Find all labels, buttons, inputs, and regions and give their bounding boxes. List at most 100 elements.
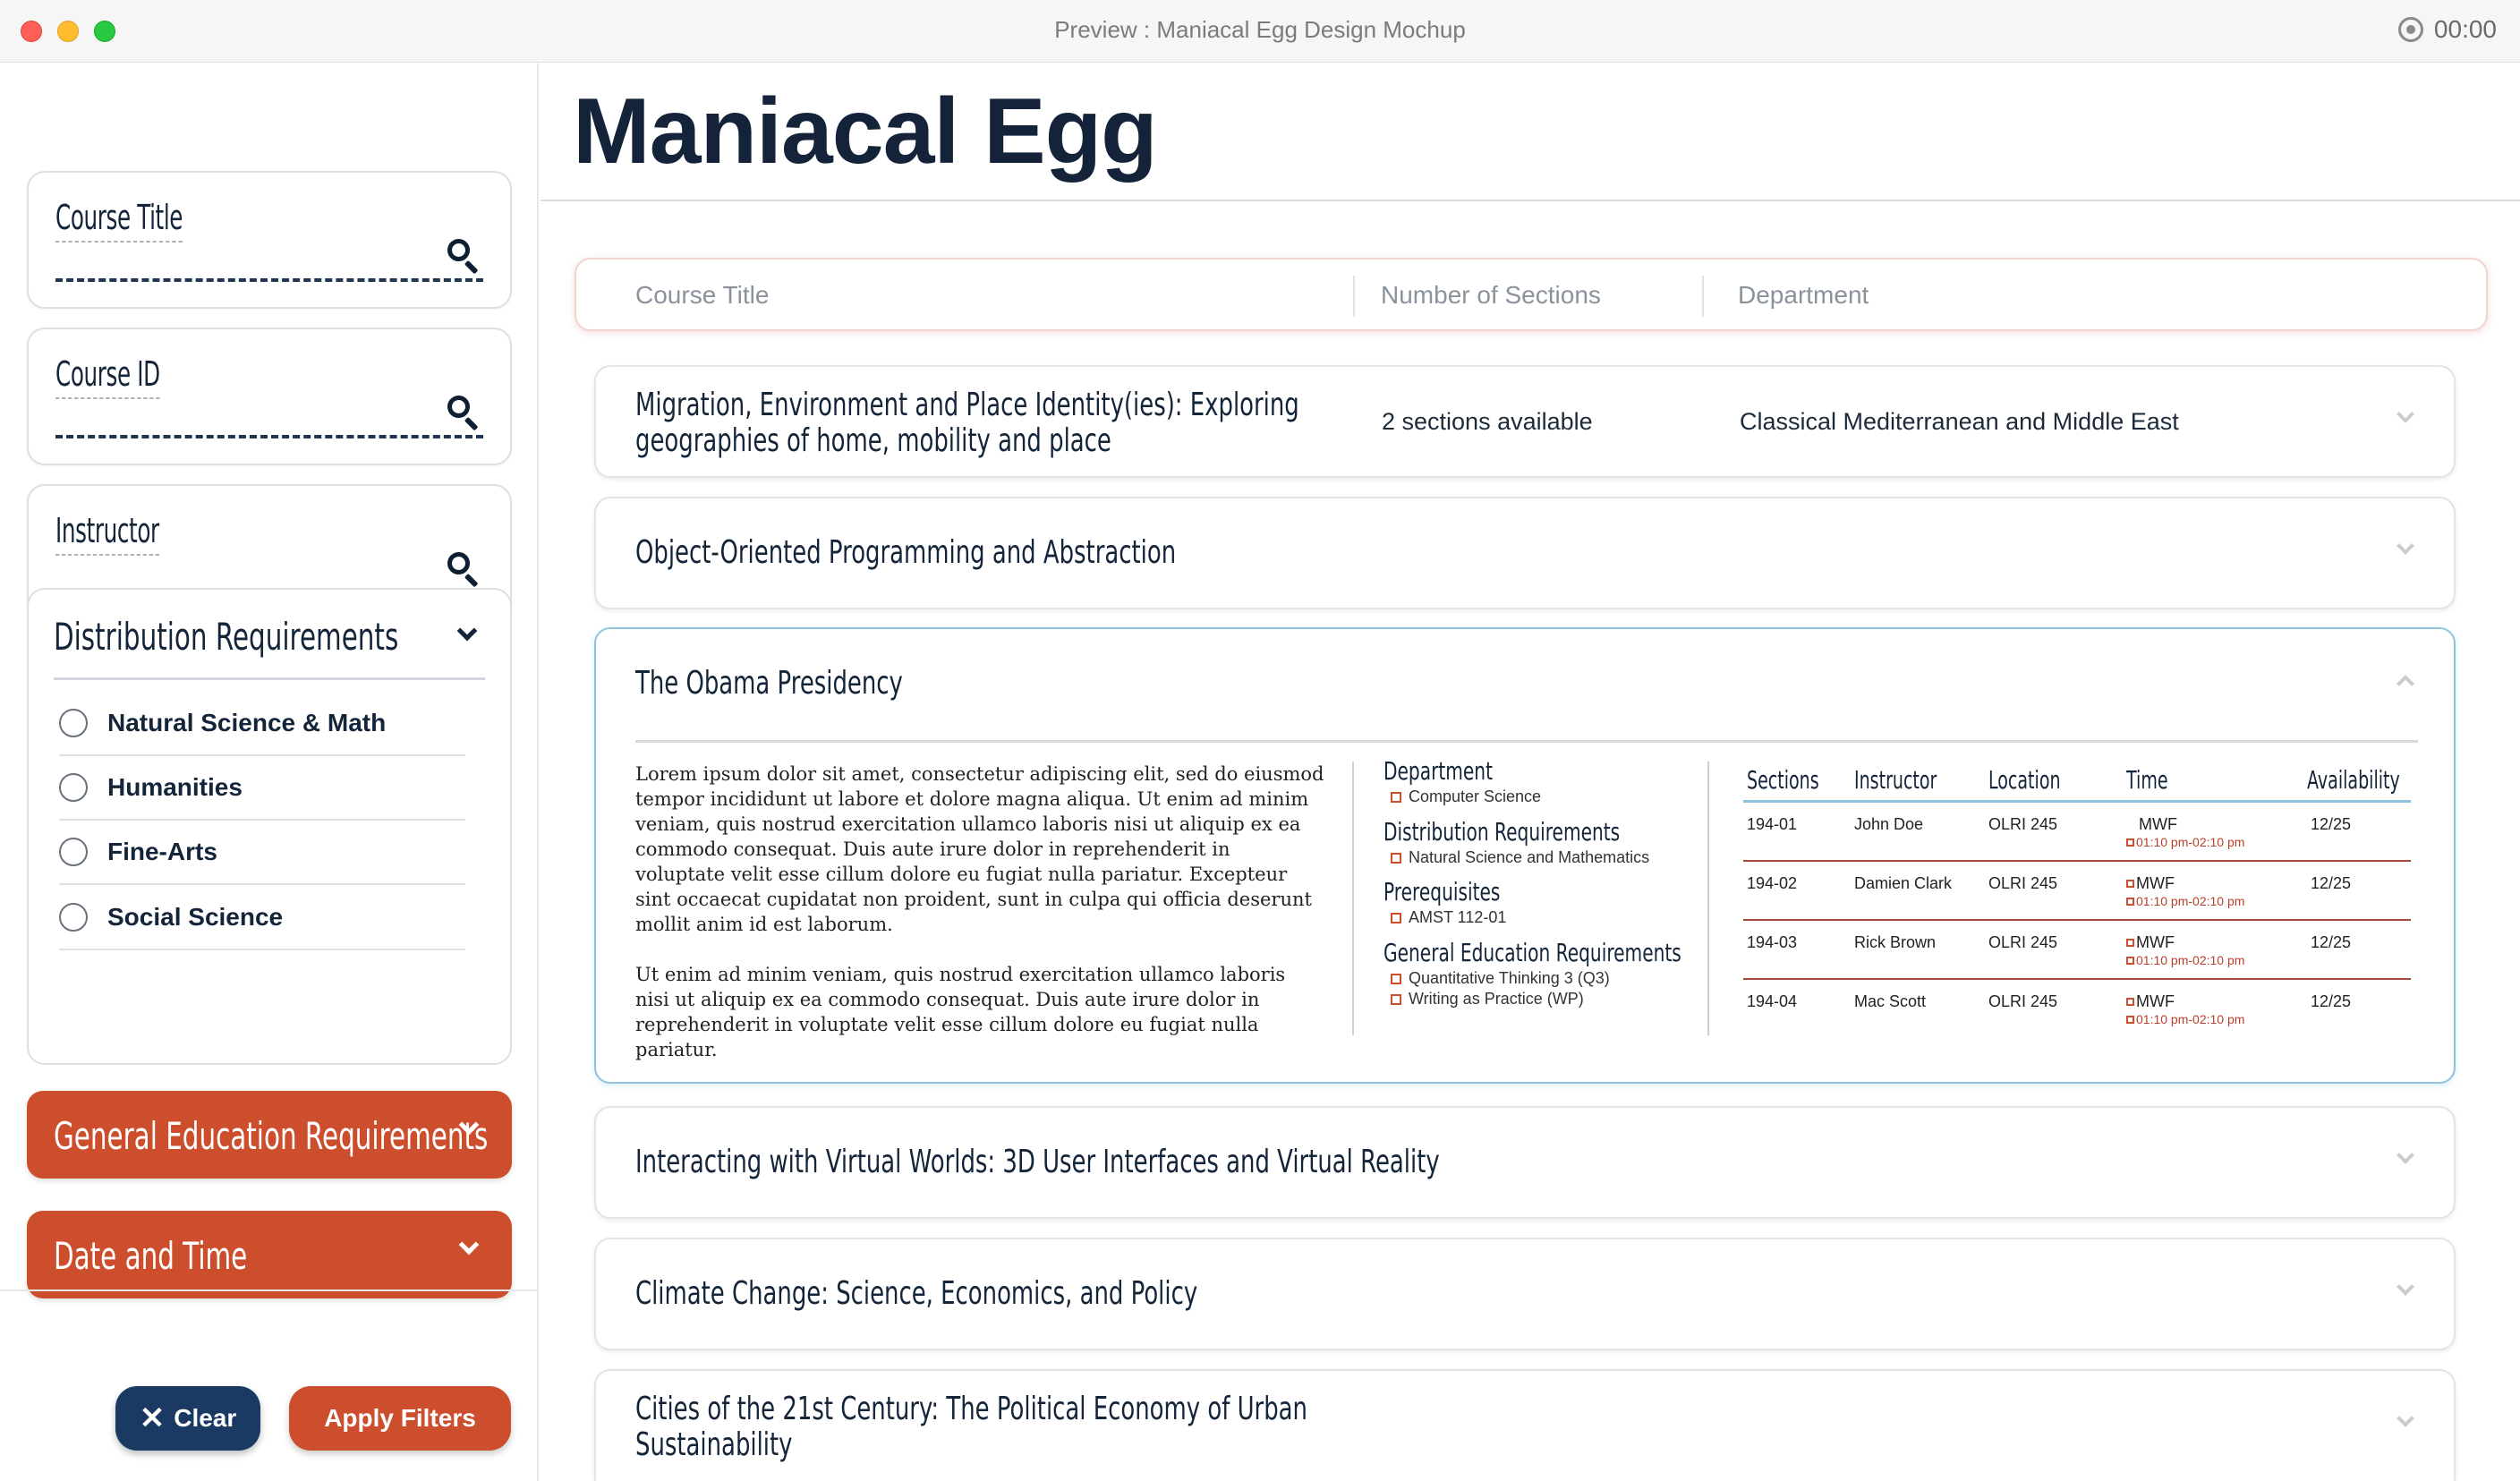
square-bullet-icon <box>2126 838 2134 847</box>
divider <box>635 740 2418 743</box>
radio-button[interactable] <box>59 709 88 737</box>
course-row[interactable]: Climate Change: Science, Economics, and … <box>594 1238 2456 1350</box>
option-label: Humanities <box>107 773 243 801</box>
course-title-input-line[interactable] <box>55 278 483 282</box>
square-bullet-icon <box>2126 998 2134 1006</box>
close-icon: ✕ <box>139 1401 166 1435</box>
department-heading: Department <box>1383 756 1493 786</box>
table-row[interactable]: 194-04 Mac Scott OLRI 245 MWF 01:10 pm-0… <box>1743 980 2411 1039</box>
gen-ed-block: General Education Requirements Quantitat… <box>1383 938 1688 1009</box>
square-bullet-icon <box>2126 880 2134 888</box>
sections-table: Sections Instructor Location Time Availa… <box>1743 762 2411 1039</box>
location: OLRI 245 <box>1988 933 2058 951</box>
course-title: Object-Oriented Programming and Abstract… <box>635 534 1177 571</box>
course-title: Sustainability <box>635 1426 793 1463</box>
chevron-down-icon[interactable] <box>2393 405 2418 433</box>
chevron-down-icon[interactable] <box>2393 1409 2418 1437</box>
location: OLRI 245 <box>1988 992 2058 1010</box>
date-time-title: Date and Time <box>54 1234 248 1278</box>
record-icon <box>2397 17 2423 42</box>
gen-ed-heading: General Education Requirements <box>1383 938 1681 967</box>
location: OLRI 245 <box>1988 874 2058 892</box>
availability: 12/25 <box>2311 992 2352 1010</box>
radio-button[interactable] <box>59 903 88 932</box>
course-title: Climate Change: Science, Economics, and … <box>635 1275 1198 1312</box>
course-title-search[interactable]: Course Title <box>27 171 512 309</box>
distribution-requirements-title[interactable]: Distribution Requirements <box>54 615 398 659</box>
description-paragraph: Lorem ipsum dolor sit amet, consectetur … <box>635 763 1324 935</box>
course-row[interactable]: Migration, Environment and Place Identit… <box>594 365 2456 478</box>
instructor-name: John Doe <box>1854 815 1924 833</box>
apply-filters-label: Apply Filters <box>324 1404 476 1432</box>
distribution-option-humanities[interactable]: Humanities <box>59 756 465 821</box>
apply-filters-button[interactable]: Apply Filters <box>289 1386 511 1451</box>
page-title: Maniacal Egg <box>573 80 1158 183</box>
chevron-down-icon[interactable] <box>455 620 480 649</box>
availability: 12/25 <box>2311 933 2352 951</box>
chevron-up-icon[interactable] <box>2393 670 2418 695</box>
course-title: The Obama Presidency <box>635 665 903 702</box>
distribution-option-social-science[interactable]: Social Science <box>59 886 465 950</box>
gen-ed-value: Quantitative Thinking 3 (Q3) <box>1391 968 1688 989</box>
section-id: 194-02 <box>1747 874 1798 892</box>
column-course-title[interactable]: Course Title <box>635 281 769 310</box>
header-location: Location <box>1988 765 2061 795</box>
option-label: Fine-Arts <box>107 838 217 865</box>
square-bullet-icon <box>2126 1015 2134 1024</box>
course-description: Lorem ipsum dolor sit amet, consectetur … <box>635 762 1324 1062</box>
general-education-dropdown[interactable]: General Education Requirements <box>27 1091 512 1179</box>
meeting-hours: 01:10 pm-02:10 pm <box>2126 894 2244 908</box>
course-id-search[interactable]: Course ID <box>27 328 512 465</box>
date-time-dropdown[interactable]: Date and Time <box>27 1211 512 1298</box>
prerequisites-block: Prerequisites AMST 112-01 <box>1383 877 1688 928</box>
search-icon[interactable] <box>447 552 480 588</box>
column-separator <box>1352 762 1354 1035</box>
meeting-hours: 01:10 pm-02:10 pm <box>2126 1012 2244 1026</box>
course-row[interactable]: Cities of the 21st Century: The Politica… <box>594 1369 2456 1481</box>
search-icon[interactable] <box>447 239 480 275</box>
clear-button[interactable]: ✕ Clear <box>115 1386 260 1451</box>
distribution-option-natural-science[interactable]: Natural Science & Math <box>59 692 465 756</box>
meeting-days: MWF <box>2126 933 2175 952</box>
distribution-block: Distribution Requirements Natural Scienc… <box>1383 817 1688 868</box>
chevron-down-icon[interactable] <box>2393 1278 2418 1306</box>
distribution-option-fine-arts[interactable]: Fine-Arts <box>59 821 465 885</box>
gen-ed-value: Writing as Practice (WP) <box>1391 989 1688 1009</box>
distribution-requirements-panel: Distribution Requirements Natural Scienc… <box>27 588 512 1065</box>
column-department[interactable]: Department <box>1738 281 1869 310</box>
table-row[interactable]: 194-03 Rick Brown OLRI 245 MWF 01:10 pm-… <box>1743 921 2411 980</box>
availability: 12/25 <box>2311 874 2352 892</box>
course-id-input-line[interactable] <box>55 435 483 438</box>
square-bullet-icon <box>1391 852 1401 864</box>
description-paragraph: Ut enim ad minim veniam, quis nostrud ex… <box>635 964 1286 1060</box>
radio-button[interactable] <box>59 773 88 802</box>
radio-button[interactable] <box>59 838 88 866</box>
screen-recorder[interactable]: 00:00 <box>2397 15 2497 44</box>
chevron-down-icon[interactable] <box>2393 537 2418 565</box>
square-bullet-icon <box>1391 912 1401 923</box>
course-sections: 2 sections available <box>1382 408 1593 435</box>
distribution-heading: Distribution Requirements <box>1383 817 1621 847</box>
course-title: Interacting with Virtual Worlds: 3D User… <box>635 1144 1440 1180</box>
course-row-expanded[interactable]: The Obama Presidency Lorem ipsum dolor s… <box>594 627 2456 1084</box>
course-row[interactable]: Object-Oriented Programming and Abstract… <box>594 497 2456 609</box>
square-bullet-icon <box>2126 939 2134 947</box>
table-row[interactable]: 194-01 John Doe OLRI 245 MWF 01:10 pm-02… <box>1743 803 2411 862</box>
instructor-label: Instructor <box>55 511 159 556</box>
search-icon[interactable] <box>447 396 480 431</box>
instructor-name: Damien Clark <box>1854 874 1953 892</box>
square-bullet-icon <box>1391 993 1401 1005</box>
meeting-hours: 01:10 pm-02:10 pm <box>2126 835 2244 849</box>
column-number-of-sections[interactable]: Number of Sections <box>1381 281 1601 310</box>
header-instructor: Instructor <box>1854 765 1937 795</box>
table-row[interactable]: 194-02 Damien Clark OLRI 245 MWF 01:10 p… <box>1743 862 2411 921</box>
department-block: Department Computer Science <box>1383 756 1688 807</box>
clear-label: Clear <box>174 1404 237 1432</box>
column-separator <box>1702 276 1704 317</box>
square-bullet-icon <box>2126 956 2134 965</box>
course-title: geographies of home, mobility and place <box>635 422 1111 459</box>
column-header-bar: Course Title Number of Sections Departme… <box>575 258 2488 331</box>
section-id: 194-03 <box>1747 933 1798 951</box>
course-row[interactable]: Interacting with Virtual Worlds: 3D User… <box>594 1106 2456 1219</box>
chevron-down-icon[interactable] <box>2393 1146 2418 1174</box>
